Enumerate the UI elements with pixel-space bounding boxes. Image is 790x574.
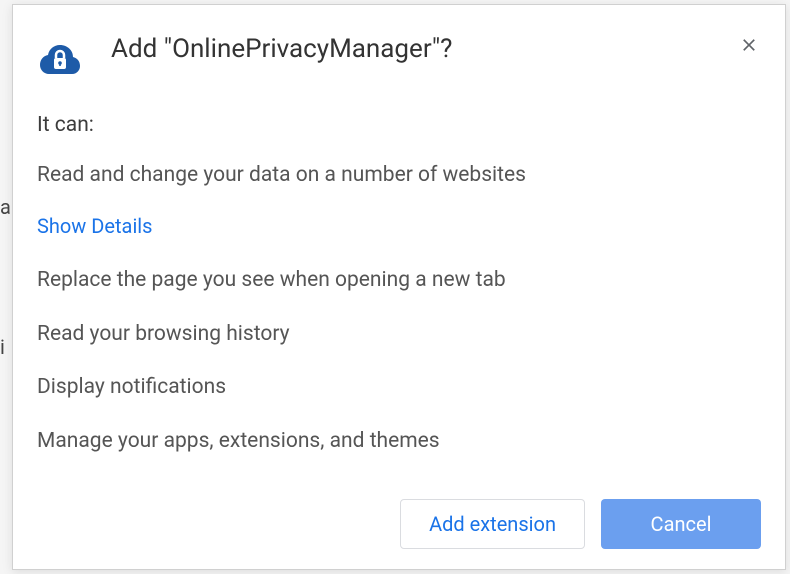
permission-item: Read and change your data on a number of… (37, 161, 761, 190)
close-button[interactable] (737, 33, 761, 57)
background-fragment: i (0, 335, 5, 359)
extension-cloud-lock-icon (37, 37, 83, 83)
extension-install-dialog: Add "OnlinePrivacyManager"? It can: Read… (12, 4, 786, 570)
show-details-link[interactable]: Show Details (37, 214, 153, 238)
close-icon (739, 35, 759, 55)
add-extension-button[interactable]: Add extension (400, 499, 585, 549)
dialog-footer: Add extension Cancel (400, 499, 761, 549)
permission-item: Read your browsing history (37, 320, 761, 349)
permissions-intro: It can: (37, 113, 761, 137)
dialog-title: Add "OnlinePrivacyManager"? (111, 33, 737, 67)
permission-item: Replace the page you see when opening a … (37, 266, 761, 295)
permission-item: Display notifications (37, 373, 761, 402)
cancel-button[interactable]: Cancel (601, 499, 761, 549)
dialog-header: Add "OnlinePrivacyManager"? (13, 5, 785, 93)
permission-item: Manage your apps, extensions, and themes (37, 427, 761, 456)
dialog-body: It can: Read and change your data on a n… (13, 93, 785, 456)
background-fragment: a (0, 195, 11, 219)
